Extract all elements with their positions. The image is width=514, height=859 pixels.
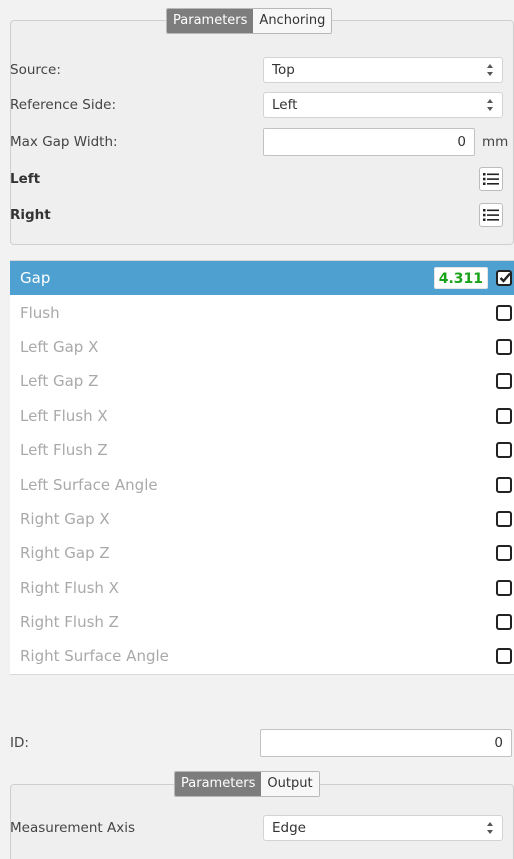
measurement-axis-row: Measurement Axis Edge [10, 815, 504, 841]
measurement-label: Left Gap X [20, 337, 99, 356]
checkbox-icon[interactable] [496, 648, 512, 665]
measurement-row[interactable]: Left Gap X [10, 330, 514, 364]
measurement-row[interactable]: Left Flush Z [10, 433, 514, 467]
measurement-row[interactable]: Right Gap Z [10, 536, 514, 570]
tab-output[interactable]: Output [261, 772, 319, 796]
measurement-label: Right Surface Angle [20, 647, 169, 666]
tab-parameters-bottom[interactable]: Parameters [175, 772, 262, 796]
checkbox-icon[interactable] [496, 510, 512, 527]
checkbox-icon[interactable] [496, 304, 512, 321]
reference-side-select[interactable]: Left [263, 92, 503, 118]
measurement-row[interactable]: Right Flush X [10, 571, 514, 605]
measurement-label: Left Flush Z [20, 441, 108, 460]
checkbox-icon[interactable] [496, 579, 512, 596]
measurement-row[interactable]: Right Flush Z [10, 605, 514, 639]
checkbox-icon[interactable] [496, 373, 512, 390]
measurement-row[interactable]: Right Gap X [10, 502, 514, 536]
measurement-row[interactable]: Left Gap Z [10, 364, 514, 398]
updown-arrows-icon [486, 816, 494, 850]
max-gap-label: Max Gap Width: [10, 134, 118, 150]
checkbox-icon[interactable] [496, 270, 512, 287]
top-tab-bar: Parameters Anchoring [166, 8, 333, 34]
measurement-label: Gap [20, 269, 51, 288]
max-gap-row: Max Gap Width: mm [10, 128, 508, 156]
reference-side-row: Reference Side: Left [10, 92, 504, 118]
id-label: ID: [10, 735, 29, 751]
checkbox-icon[interactable] [496, 545, 512, 562]
measurement-label: Right Flush Z [20, 613, 119, 632]
source-row: Source: Top [10, 57, 504, 83]
checkbox-icon[interactable] [496, 338, 512, 355]
reference-side-select-value: Left [272, 97, 298, 113]
list-icon [483, 173, 499, 185]
checkbox-icon[interactable] [496, 614, 512, 631]
measurement-label: Right Flush X [20, 578, 119, 597]
tab-anchoring[interactable]: Anchoring [253, 9, 332, 33]
measurement-label: Left Surface Angle [20, 475, 158, 494]
reference-side-label: Reference Side: [10, 97, 117, 113]
left-label: Left [10, 171, 41, 187]
measurement-row[interactable]: Left Surface Angle [10, 467, 514, 501]
measurement-row[interactable]: Flush [10, 295, 514, 329]
tab-parameters[interactable]: Parameters [167, 9, 254, 33]
list-icon [483, 209, 499, 221]
source-label: Source: [10, 62, 61, 78]
measurement-axis-label: Measurement Axis [10, 820, 135, 836]
left-row: Left [10, 166, 504, 192]
right-label: Right [10, 207, 51, 223]
measurement-label: Right Gap Z [20, 544, 110, 563]
right-list-button[interactable] [479, 203, 503, 227]
right-row: Right [10, 202, 504, 228]
updown-arrows-icon [486, 58, 494, 92]
measurement-axis-select[interactable]: Edge [263, 815, 503, 841]
source-select-value: Top [272, 62, 295, 78]
measurement-row[interactable]: Left Flush X [10, 399, 514, 433]
measurement-list: Gap 4.311 Flush Left Gap X Left Gap Z Left Fl… [10, 260, 514, 675]
measurement-label: Left Gap Z [20, 372, 99, 391]
checkbox-icon[interactable] [496, 476, 512, 493]
measurement-label: Flush [20, 303, 60, 322]
measurement-row[interactable]: Gap 4.311 [10, 261, 514, 296]
measurement-label: Right Gap X [20, 509, 110, 528]
id-input[interactable] [260, 729, 512, 757]
source-select[interactable]: Top [263, 57, 503, 83]
checkbox-icon[interactable] [496, 442, 512, 459]
measurement-label: Left Flush X [20, 406, 108, 425]
measurement-axis-value: Edge [272, 820, 306, 836]
measurement-value-badge: 4.311 [433, 267, 488, 290]
measurement-row[interactable]: Right Surface Angle [10, 639, 514, 673]
max-gap-input[interactable] [263, 128, 475, 156]
left-list-button[interactable] [479, 167, 503, 191]
bottom-tab-bar: Parameters Output [174, 771, 320, 797]
updown-arrows-icon [486, 93, 494, 127]
max-gap-unit: mm [482, 134, 509, 150]
checkbox-icon[interactable] [496, 407, 512, 424]
